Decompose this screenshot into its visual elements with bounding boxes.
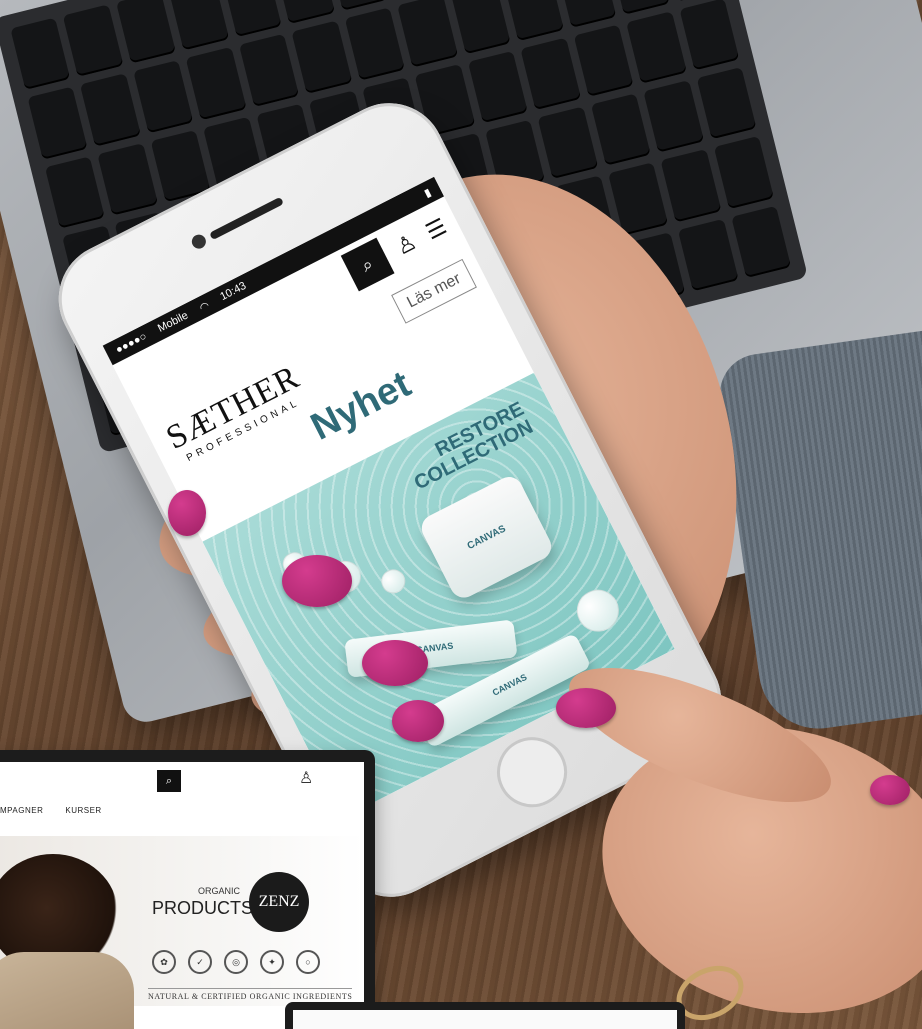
home-button[interactable]: [484, 725, 580, 820]
photo-scene: ●●●●○ Mobile ◠ 10:43 ▮ ⌕ ♙ ☰ SÆTHER PROF…: [0, 0, 922, 1029]
tablet-nav: MPAGNER KURSER: [0, 798, 364, 822]
organic-label: ORGANIC: [197, 886, 240, 896]
certification-icon: ✓: [188, 950, 212, 974]
wifi-icon: ◠: [197, 299, 212, 315]
painted-fingernail: [282, 555, 352, 607]
certification-icon: ◎: [224, 950, 248, 974]
zenz-logo: ZENZ: [249, 872, 309, 932]
second-tablet-screen: [293, 1010, 677, 1029]
certification-icon: ✦: [260, 950, 284, 974]
search-button[interactable]: ⌕: [157, 770, 181, 792]
menu-icon[interactable]: ☰: [422, 213, 451, 245]
tablet-header: ⌕ ♙: [0, 762, 364, 798]
search-button[interactable]: ⌕: [340, 237, 395, 292]
tablet-screen: ⌕ ♙ MPAGNER KURSER ORGANIC PRODUCTS ZENZ…: [0, 762, 364, 1029]
phone-speaker: [209, 196, 284, 241]
painted-fingernail: [556, 688, 616, 728]
model-coat: [0, 952, 134, 1029]
nav-item[interactable]: MPAGNER: [0, 806, 43, 815]
nav-item[interactable]: KURSER: [65, 806, 101, 815]
battery-icon: ▮: [422, 186, 434, 200]
user-icon[interactable]: ♙: [392, 229, 421, 261]
painted-fingernail: [362, 640, 428, 686]
painted-fingernail: [870, 775, 910, 805]
search-icon: ⌕: [165, 774, 173, 787]
certification-badges: ✿ ✓ ◎ ✦ ○: [152, 950, 320, 974]
painted-fingernail: [392, 700, 444, 742]
tablet: ⌕ ♙ MPAGNER KURSER ORGANIC PRODUCTS ZENZ…: [0, 750, 375, 1029]
hero-title: Nyhet: [304, 363, 418, 449]
certification-icon: ✿: [152, 950, 176, 974]
certification-icon: ○: [296, 950, 320, 974]
front-camera: [189, 232, 209, 252]
second-tablet: [285, 1002, 685, 1029]
user-icon[interactable]: ♙: [299, 768, 313, 788]
products-label: PRODUCTS: [152, 898, 254, 918]
search-icon: ⌕: [357, 253, 377, 276]
tagline: NATURAL & CERTIFIED ORGANIC INGREDIENTS: [148, 988, 353, 1001]
painted-fingernail: [168, 490, 206, 536]
